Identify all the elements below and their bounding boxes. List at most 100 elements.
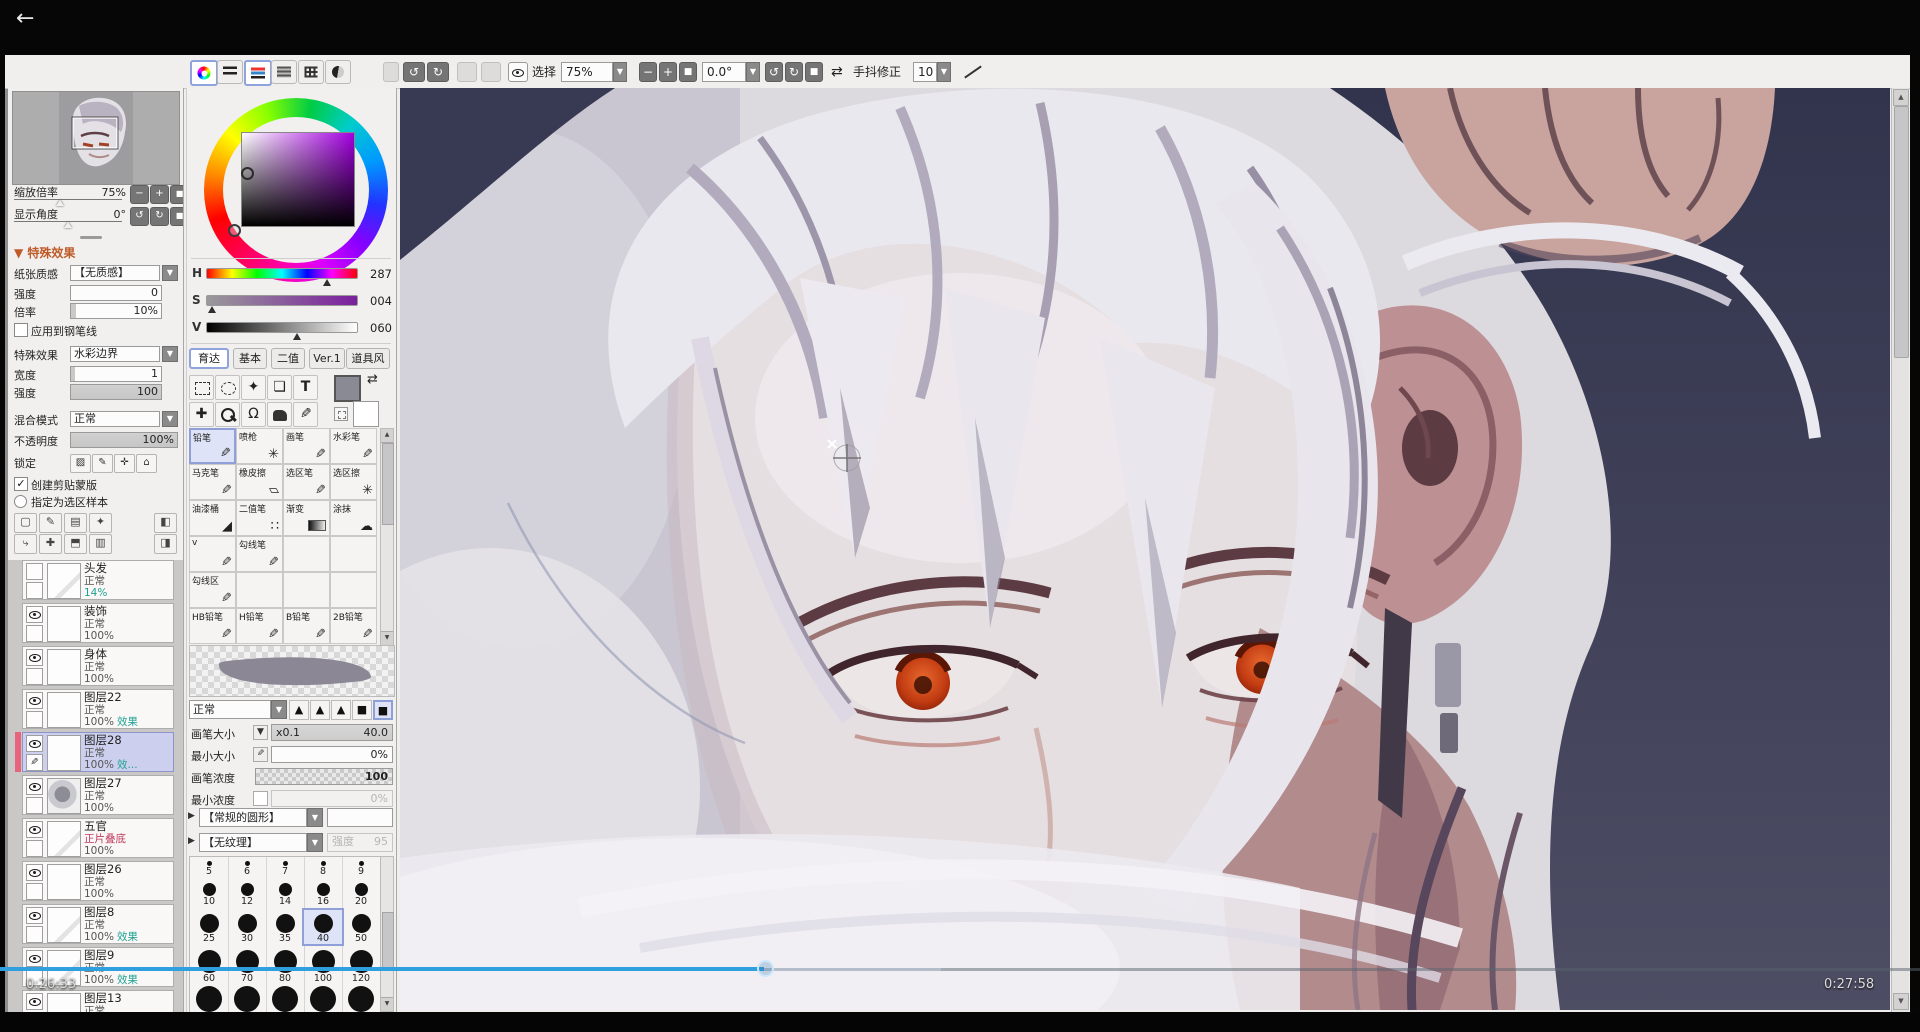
brush-渐变[interactable]: 渐变 [283, 500, 330, 536]
stroke-style-icon[interactable] [961, 62, 985, 82]
brush-铅笔[interactable]: 铅笔✎ [189, 428, 236, 464]
lasso-icon[interactable] [215, 375, 240, 400]
layer-thumbnail[interactable] [47, 606, 81, 642]
stabilizer-dropdown-button[interactable]: ▼ [937, 62, 951, 82]
selection-visibility-button[interactable] [508, 62, 528, 82]
shape-strength-slider[interactable] [327, 808, 393, 827]
brush-二值笔[interactable]: 二值笔∷ [236, 500, 283, 536]
hand-icon[interactable] [267, 402, 292, 427]
layer-row[interactable]: 头发正常14% [22, 560, 174, 600]
size-preset-12[interactable]: 12 [228, 879, 266, 907]
size-preset-50[interactable]: 50 [342, 910, 380, 944]
brush-橡皮擦[interactable]: 橡皮擦▱ [236, 464, 283, 500]
density-slider[interactable]: 100 [255, 768, 393, 785]
layer-clip-box[interactable]: ✎ [26, 754, 43, 771]
effect-strength-slider[interactable]: 100 [70, 384, 162, 400]
brush-shape-dropdown-button[interactable]: ▼ [307, 808, 323, 827]
bars-icon[interactable] [217, 60, 243, 84]
layer-visibility-toggle[interactable] [26, 606, 43, 623]
layer-row[interactable]: 图层8正常100%效果 [22, 904, 174, 944]
pen-lock-icon[interactable]: ✎ [92, 454, 113, 473]
special-effect-dropdown-button[interactable]: ▼ [162, 346, 178, 362]
brush-size-slider[interactable]: x0.140.0 [271, 724, 393, 741]
paper-texture-dropdown-button[interactable]: ▼ [162, 265, 178, 281]
apply-icon[interactable]: ⬒ [64, 534, 87, 554]
layer-thumbnail[interactable] [47, 778, 81, 814]
nav-zoom-reset-button[interactable]: ■ [170, 185, 184, 204]
val-slider-handle[interactable] [293, 333, 301, 340]
special-effect-select[interactable]: 水彩边界 [70, 346, 160, 362]
size-preset-350[interactable]: 350 [342, 982, 380, 1012]
edge-shape-button[interactable]: ▲ [331, 700, 351, 720]
size-preset-7[interactable]: 7 [266, 859, 304, 877]
tab-道具风[interactable]: 道具风 [346, 348, 390, 369]
rotate-reset-button[interactable]: ■ [805, 62, 823, 82]
nav-rotate-ccw-button[interactable]: ↺ [130, 207, 149, 226]
layer-row[interactable]: 装饰正常100% [22, 603, 174, 643]
brush-H铅笔[interactable]: H铅笔✎ [236, 608, 283, 644]
size-preset-200[interactable]: 200 [228, 982, 266, 1012]
layer-thumbnail[interactable] [47, 563, 81, 599]
layer-clip-box[interactable] [26, 883, 43, 900]
rotate-ccw-button[interactable]: ↺ [765, 62, 783, 82]
brush-喷枪[interactable]: 喷枪✳ [236, 428, 283, 464]
selection-source-radio[interactable] [14, 495, 27, 508]
sv-square[interactable] [241, 132, 355, 227]
canvas-scrollbar[interactable]: ▲ ▼ [1891, 88, 1909, 1012]
brush-blend-dropdown-button[interactable]: ▼ [271, 700, 287, 719]
brush-v[interactable]: v✎ [189, 536, 236, 572]
min-size-input[interactable]: 0% [271, 746, 393, 763]
angle-dropdown-button[interactable]: ▼ [746, 62, 760, 82]
all-lock-icon[interactable]: ⌂ [136, 454, 157, 473]
new-layer-set-icon[interactable]: ▤ [64, 513, 87, 533]
mixer-sliders-icon[interactable] [271, 60, 297, 84]
layer-clip-box[interactable] [26, 797, 43, 814]
layer-clip-box[interactable] [26, 840, 43, 857]
size-preset-70[interactable]: 70 [228, 946, 266, 984]
layer-visibility-toggle[interactable] [26, 864, 43, 881]
size-preset-300[interactable]: 300 [304, 982, 342, 1012]
size-preset-150[interactable]: 150 [190, 982, 228, 1012]
size-preset-6[interactable]: 6 [228, 859, 266, 877]
brush-empty-cell[interactable] [330, 536, 377, 572]
layer-thumbnail[interactable] [47, 864, 81, 900]
min-density-checkbox[interactable] [253, 791, 268, 806]
zoom-reset-button[interactable]: ■ [679, 62, 697, 82]
layer-visibility-toggle[interactable] [26, 778, 43, 795]
size-preset-5[interactable]: 5 [190, 859, 228, 877]
swap-colors-icon[interactable]: ⇄ [367, 372, 378, 387]
brush-scrollbar[interactable]: ▲ ▼ [380, 428, 394, 646]
new-layer-icon[interactable]: ▢ [14, 513, 37, 533]
paper-scale-input[interactable]: 10% [70, 303, 162, 319]
swatch-grid-icon[interactable] [298, 60, 324, 84]
layer-clip-box[interactable] [26, 625, 43, 642]
paper-strength-input[interactable]: 0 [70, 285, 162, 301]
layer-row[interactable]: 图层26正常100% [22, 861, 174, 901]
layer-visibility-toggle[interactable] [26, 563, 43, 580]
stabilizer-field[interactable]: 10 [913, 62, 937, 82]
nav-rotate-reset-button[interactable]: ■ [170, 207, 184, 226]
paper-texture-select[interactable]: 【无质感】 [70, 265, 160, 281]
add-icon[interactable]: ✚ [39, 534, 62, 554]
val-slider[interactable] [206, 322, 358, 333]
move-lock-icon[interactable]: ✛ [114, 454, 135, 473]
zoom-out-button[interactable]: − [639, 62, 657, 82]
edge-shape-button[interactable]: ▲ [310, 700, 330, 720]
layer-row[interactable]: 图层13正常100% [22, 990, 174, 1012]
background-swatch[interactable] [353, 401, 379, 427]
scroll-down-icon[interactable]: ▼ [381, 631, 393, 645]
brush-HB铅笔[interactable]: HB铅笔✎ [189, 608, 236, 644]
layer-row[interactable]: 图层27正常100% [22, 775, 174, 815]
rotate-icon[interactable]: Ω [241, 402, 266, 427]
brush-blend-select[interactable]: 正常 [189, 700, 271, 719]
size-preset-8[interactable]: 8 [304, 859, 342, 877]
brush-勾线笔[interactable]: 勾线笔✎ [236, 536, 283, 572]
layer-visibility-toggle[interactable] [26, 692, 43, 709]
size-preset-40[interactable]: 40 [304, 910, 342, 944]
size-preset-25[interactable]: 25 [190, 910, 228, 944]
apply-pen-checkbox[interactable] [14, 323, 28, 337]
scroll-up-icon[interactable]: ▲ [1893, 89, 1909, 106]
layer-row[interactable]: 图层22正常100%效果 [22, 689, 174, 729]
foreground-swatch[interactable] [334, 375, 361, 402]
trash-icon[interactable]: ▥ [89, 534, 112, 554]
